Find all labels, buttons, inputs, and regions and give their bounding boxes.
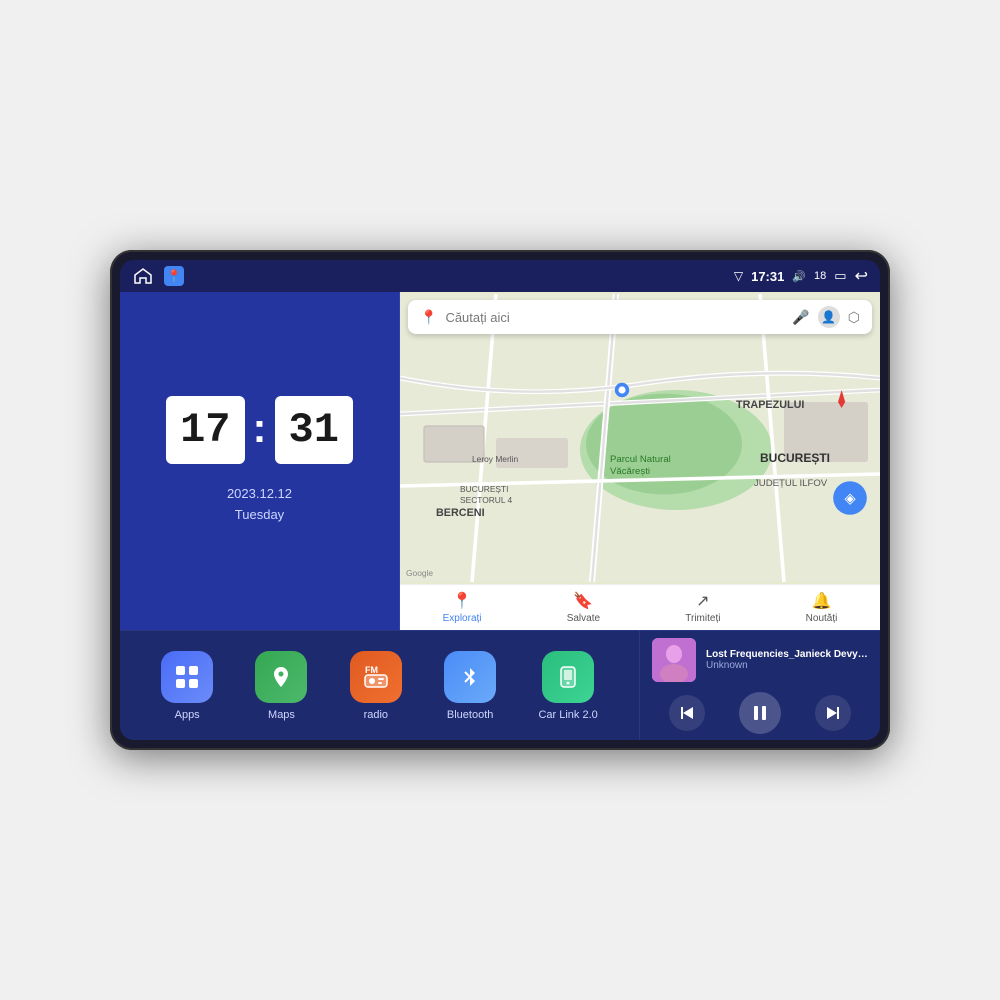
apps-icon	[161, 651, 213, 703]
carlink-icon	[542, 651, 594, 703]
app-maps[interactable]: Maps	[255, 651, 307, 721]
search-text: Căutați aici	[445, 310, 784, 325]
battery-icon: ▭	[834, 268, 846, 284]
day-display: Tuesday	[227, 505, 292, 526]
music-panel: Lost Frequencies_Janieck Devy-... Unknow…	[640, 631, 880, 740]
maps-pin-icon: 📍	[420, 309, 437, 326]
car-head-unit: 📍 ▽ 17:31 🔊 18 ▭ ↩ 17 : 31	[110, 250, 890, 750]
svg-text:Văcărești: Văcărești	[610, 466, 650, 477]
status-right-info: ▽ 17:31 🔊 18 ▭ ↩	[734, 266, 868, 286]
screen: 📍 ▽ 17:31 🔊 18 ▭ ↩ 17 : 31	[120, 260, 880, 740]
play-pause-button[interactable]	[739, 692, 781, 734]
svg-text:TRAPEZULUI: TRAPEZULUI	[736, 399, 804, 411]
send-label: Trimiteți	[685, 613, 720, 624]
svg-text:BERCENI: BERCENI	[436, 507, 485, 519]
clock-panel: 17 : 31 2023.12.12 Tuesday	[120, 292, 400, 630]
bottom-row: Apps Maps FM	[120, 630, 880, 740]
user-avatar[interactable]: 👤	[818, 306, 840, 328]
saved-label: Salvate	[567, 613, 600, 624]
next-button[interactable]	[815, 695, 851, 731]
svg-text:Parcul Natural: Parcul Natural	[610, 454, 671, 465]
radio-label: radio	[364, 709, 388, 721]
app-carlink[interactable]: Car Link 2.0	[538, 651, 597, 721]
volume-icon: 🔊	[792, 270, 806, 283]
layers-icon[interactable]: ⬡	[848, 309, 860, 326]
status-time: 17:31	[751, 269, 784, 284]
svg-text:FM: FM	[365, 665, 378, 675]
battery-level: 18	[814, 270, 826, 282]
map-nav-explore[interactable]: 📍 Explorați	[443, 591, 482, 624]
svg-text:JUDEȚUL ILFOV: JUDEȚUL ILFOV	[754, 478, 828, 489]
svg-text:BUCUREȘTI: BUCUREȘTI	[460, 484, 508, 494]
map-search-bar[interactable]: 📍 Căutați aici 🎤 👤 ⬡	[408, 300, 872, 334]
main-content: 17 : 31 2023.12.12 Tuesday 📍 Căutați aic…	[120, 292, 880, 630]
album-art	[652, 638, 696, 682]
news-label: Noutăți	[806, 613, 838, 624]
microphone-icon[interactable]: 🎤	[792, 309, 809, 326]
map-nav-saved[interactable]: 🔖 Salvate	[567, 591, 600, 624]
clock-separator: :	[253, 404, 267, 452]
music-title: Lost Frequencies_Janieck Devy-...	[706, 649, 868, 660]
album-image	[652, 638, 696, 682]
explore-label: Explorați	[443, 613, 482, 624]
maps-shortcut-icon[interactable]: 📍	[164, 266, 184, 286]
clock-widget: 17 : 31	[166, 396, 353, 464]
app-radio[interactable]: FM radio	[350, 651, 402, 721]
music-text: Lost Frequencies_Janieck Devy-... Unknow…	[706, 649, 868, 671]
svg-text:BUCUREȘTI: BUCUREȘTI	[760, 451, 830, 465]
map-nav-news[interactable]: 🔔 Noutăți	[806, 591, 838, 624]
music-artist: Unknown	[706, 660, 868, 671]
explore-icon: 📍	[452, 591, 472, 611]
svg-text:◈: ◈	[844, 491, 855, 507]
clock-hour: 17	[166, 396, 244, 464]
apps-panel: Apps Maps FM	[120, 631, 640, 740]
maps-label: Maps	[268, 709, 295, 721]
music-info-row: Lost Frequencies_Janieck Devy-... Unknow…	[652, 638, 868, 682]
news-icon: 🔔	[812, 591, 832, 611]
map-background[interactable]: TRAPEZULUI BUCUREȘTI JUDEȚUL ILFOV BERCE…	[400, 292, 880, 584]
date-display: 2023.12.12	[227, 484, 292, 505]
date-info: 2023.12.12 Tuesday	[227, 484, 292, 526]
apps-label: Apps	[175, 709, 200, 721]
radio-icon: FM	[350, 651, 402, 703]
app-bluetooth[interactable]: Bluetooth	[444, 651, 496, 721]
svg-text:Google: Google	[406, 568, 433, 578]
app-apps[interactable]: Apps	[161, 651, 213, 721]
map-bottom-nav: 📍 Explorați 🔖 Salvate ↗ Trimiteți 🔔 Nout…	[400, 584, 880, 630]
prev-button[interactable]	[669, 695, 705, 731]
map-panel[interactable]: 📍 Căutați aici 🎤 👤 ⬡	[400, 292, 880, 630]
saved-icon: 🔖	[573, 591, 593, 611]
bluetooth-label: Bluetooth	[447, 709, 493, 721]
status-bar: 📍 ▽ 17:31 🔊 18 ▭ ↩	[120, 260, 880, 292]
status-left-icons: 📍	[132, 266, 184, 286]
bluetooth-icon	[444, 651, 496, 703]
map-nav-send[interactable]: ↗ Trimiteți	[685, 591, 720, 624]
send-icon: ↗	[696, 591, 709, 611]
carlink-label: Car Link 2.0	[538, 709, 597, 721]
signal-icon: ▽	[734, 269, 743, 283]
music-controls	[652, 692, 868, 734]
back-button[interactable]: ↩	[855, 266, 868, 286]
maps-icon	[255, 651, 307, 703]
clock-minute: 31	[275, 396, 353, 464]
svg-text:Leroy Merlin: Leroy Merlin	[472, 454, 518, 464]
home-button[interactable]	[132, 267, 154, 285]
svg-text:SECTORUL 4: SECTORUL 4	[460, 495, 513, 505]
